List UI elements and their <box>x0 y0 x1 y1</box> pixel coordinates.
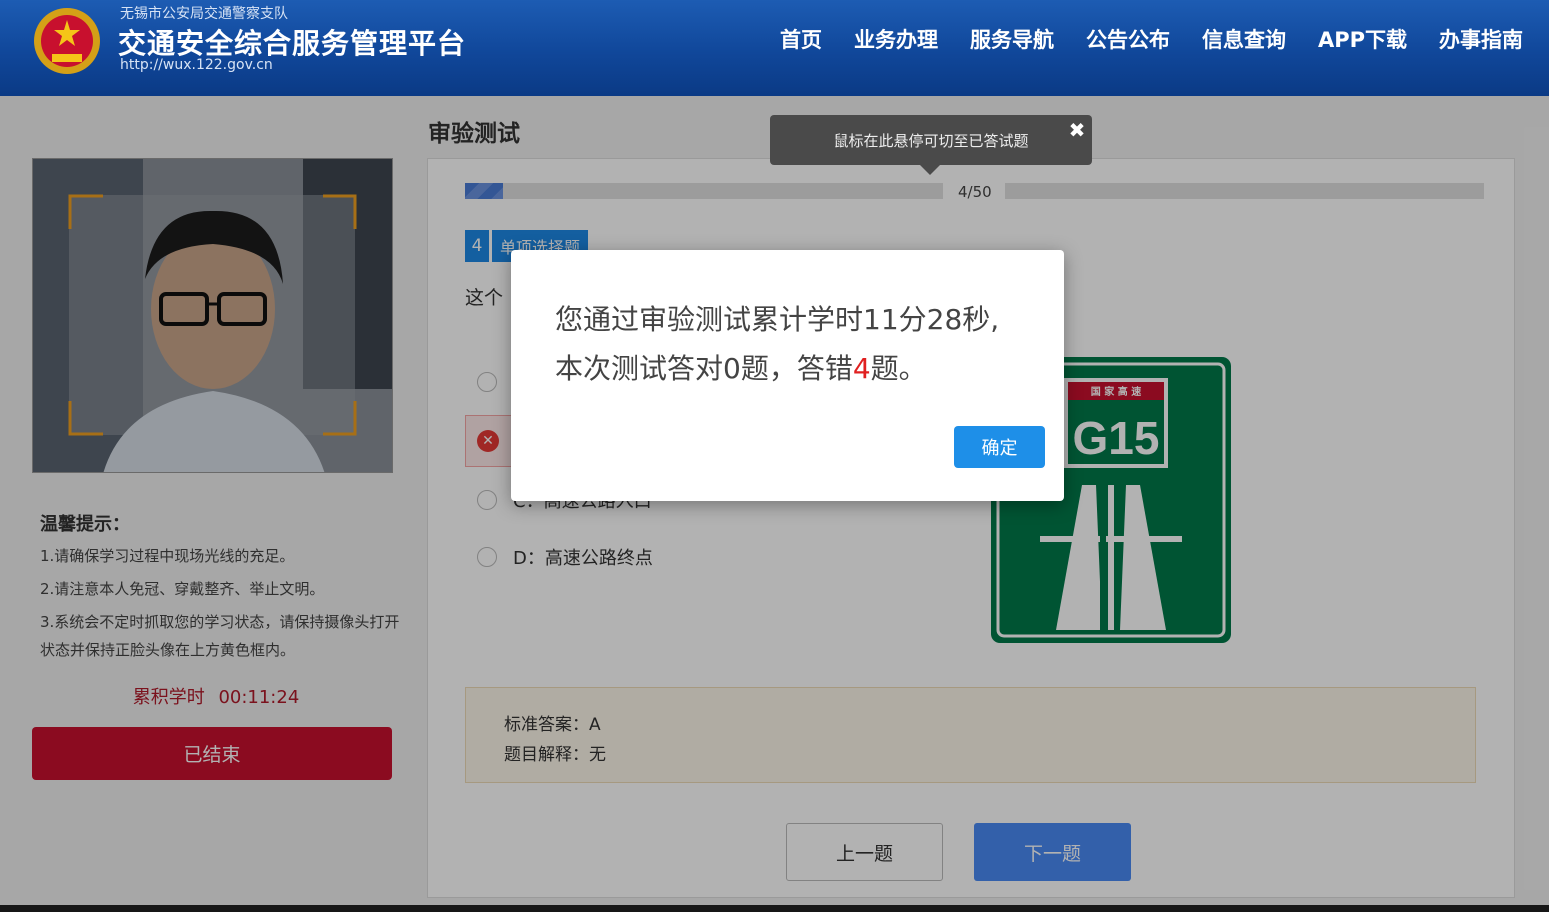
dialog-message-part1: 您通过审验测试累计学时11分28秒,本次测试答对0题，答错 <box>555 303 1000 385</box>
close-icon[interactable]: ✖ <box>1066 119 1088 141</box>
nav-guide[interactable]: 办事指南 <box>1423 24 1539 56</box>
modal-backdrop[interactable] <box>0 96 1549 912</box>
platform-url[interactable]: http://wux.122.gov.cn <box>120 57 273 73</box>
nav-notice[interactable]: 公告公布 <box>1070 24 1186 56</box>
nav-query[interactable]: 信息查询 <box>1186 24 1302 56</box>
platform-title[interactable]: 交通安全综合服务管理平台 <box>118 22 466 62</box>
site-header: 无锡市公安局交通警察支队 交通安全综合服务管理平台 http://wux.122… <box>0 0 1549 96</box>
tooltip-text: 鼠标在此悬停可切至已答试题 <box>833 131 1029 150</box>
org-name: 无锡市公安局交通警察支队 <box>120 6 288 22</box>
result-dialog: 您通过审验测试累计学时11分28秒,本次测试答对0题，答错4题。 确定 <box>511 250 1064 501</box>
dialog-message-part2: 题。 <box>870 352 927 385</box>
nav-business[interactable]: 业务办理 <box>838 24 954 56</box>
nav-app[interactable]: APP下载 <box>1302 24 1423 56</box>
confirm-button[interactable]: 确定 <box>954 426 1045 468</box>
nav-home[interactable]: 首页 <box>764 24 838 56</box>
nav-service[interactable]: 服务导航 <box>954 24 1070 56</box>
police-emblem-icon <box>34 8 100 74</box>
wrong-count: 4 <box>852 352 871 385</box>
hover-tooltip: 鼠标在此悬停可切至已答试题 ✖ <box>770 115 1092 175</box>
dialog-message: 您通过审验测试累计学时11分28秒,本次测试答对0题，答错4题。 <box>555 295 1025 393</box>
main-nav: 首页 业务办理 服务导航 公告公布 信息查询 APP下载 办事指南 <box>764 24 1539 56</box>
